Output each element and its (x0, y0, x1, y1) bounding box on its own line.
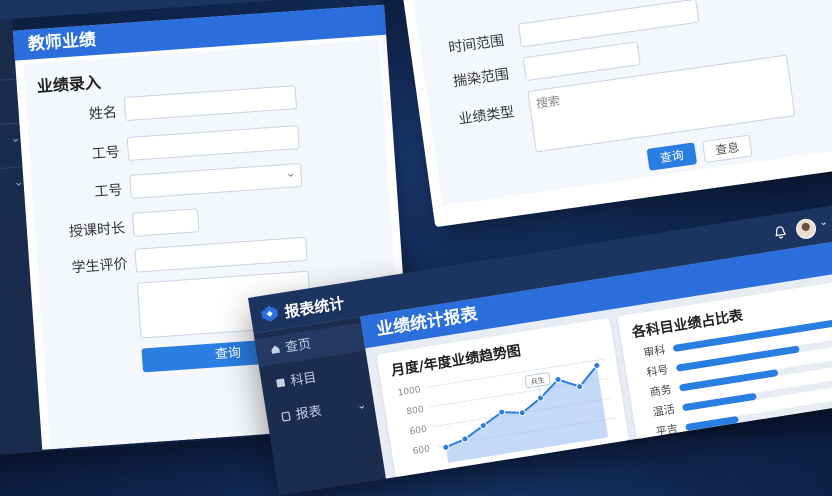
category-label: 审科 (642, 342, 666, 359)
bell-icon[interactable] (773, 225, 787, 240)
data-point (498, 408, 506, 416)
sidebar-item-label: 查页 (284, 336, 313, 356)
data-point (554, 375, 562, 383)
trend-chart-card: 月度/年度业绩趋势图 1000 800 600 600 兵生 (376, 317, 629, 478)
field-label-hours: 授课时长 (68, 220, 126, 241)
category-label: 平吉 (655, 422, 679, 438)
reset-button[interactable]: 查息 (701, 134, 753, 164)
chevron-down-icon: ⌄ (285, 165, 297, 181)
section-title: 业绩录入 (36, 72, 102, 97)
bar (685, 416, 739, 431)
chevron-down-icon: ⌄ (355, 397, 368, 413)
name-input[interactable] (123, 85, 298, 122)
field-label-evaluation: 学生评价 (71, 256, 129, 277)
employee-id-select[interactable]: ⌄ (129, 162, 303, 199)
category-label: 温活 (652, 403, 676, 419)
time-range-input[interactable] (517, 0, 700, 48)
app-name: 报表统计 (283, 294, 346, 322)
book-icon (276, 378, 286, 388)
field-label-performance-type: 业绩类型 (457, 104, 516, 128)
query-button[interactable]: 查询 (646, 142, 698, 171)
data-point (442, 443, 450, 451)
field-label-time-range: 时间范围 (447, 32, 506, 57)
data-point (576, 383, 584, 391)
filter-form: 时间范围 揣染范围 业绩类型 搜索 查询 查息 (406, 0, 832, 206)
logo-icon (261, 305, 279, 322)
sidebar-divider (0, 78, 17, 91)
trend-chart: 1000800600600兵生 (397, 358, 616, 463)
data-point (518, 409, 526, 417)
y-tick-label: 600 (412, 444, 431, 457)
chevron-down-icon[interactable]: ⌄ (818, 216, 828, 228)
student-evaluation-input[interactable] (134, 236, 308, 273)
sidebar-item-label: 科目 (289, 370, 318, 390)
sidebar-item-label: 报表 (294, 403, 323, 423)
data-point (479, 422, 487, 430)
field-label-id-select: 工号 (93, 182, 123, 201)
report-icon (281, 411, 291, 422)
bar (676, 345, 800, 372)
y-tick-label: 600 (409, 425, 428, 438)
home-icon (271, 345, 280, 354)
category-label: 科号 (645, 362, 669, 379)
bar (679, 369, 778, 392)
teaching-hours-input[interactable] (131, 208, 200, 237)
search-placeholder: 搜索 (535, 93, 561, 111)
y-tick-label: 800 (406, 405, 425, 418)
scope-input[interactable] (522, 41, 641, 82)
category-label: 商务 (649, 382, 673, 399)
field-label-name: 姓名 (88, 104, 118, 123)
data-point (461, 435, 469, 443)
field-label-scope: 揣染范围 (452, 66, 510, 91)
field-label-id: 工号 (91, 144, 121, 163)
y-tick-label: 1000 (397, 385, 421, 399)
data-point (593, 361, 601, 369)
bar (682, 393, 757, 411)
avatar[interactable] (794, 217, 818, 241)
employee-id-input[interactable] (126, 125, 300, 161)
filter-window: 时间范围 揣染范围 业绩类型 搜索 查询 查息 (395, 0, 832, 228)
